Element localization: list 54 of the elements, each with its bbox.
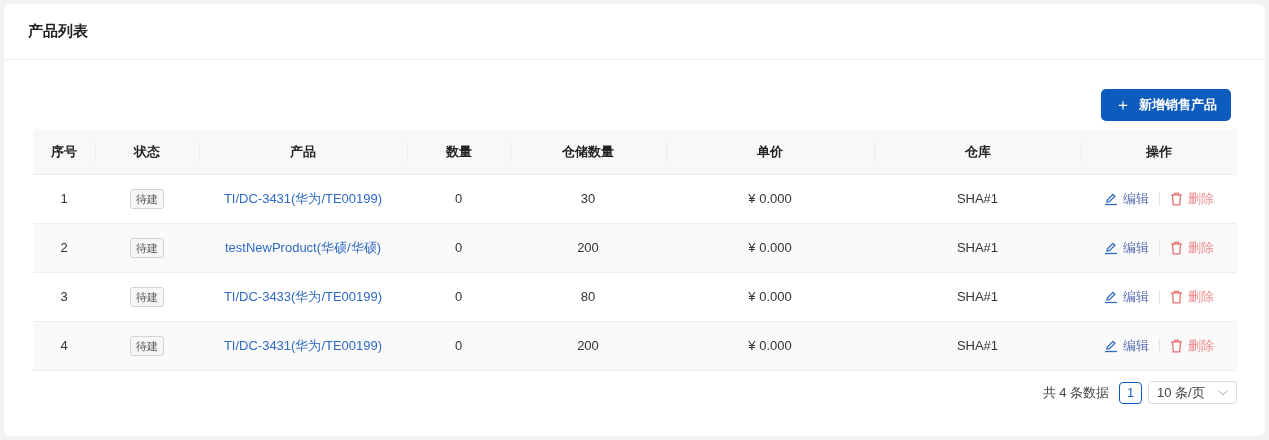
- column-header: 数量: [445, 142, 472, 161]
- table-cell-text: 0: [454, 337, 463, 356]
- table-cell-text: ¥ 0.000: [748, 288, 792, 307]
- table-cell-text: 0: [454, 190, 463, 209]
- table-cell-text: SHA#1: [956, 190, 999, 209]
- table-cell-text: ¥ 0.000: [748, 239, 792, 258]
- table-cell-text: 200: [577, 337, 599, 356]
- table-cell-text: 1: [60, 190, 68, 209]
- table-cell-text: 30: [580, 190, 596, 209]
- page-size-select[interactable]: 10 条/页: [1148, 381, 1237, 404]
- table-cell-text: 0: [454, 288, 463, 307]
- table-cell-text: 2: [60, 239, 68, 258]
- column-header: 状态: [134, 142, 160, 161]
- product-link[interactable]: TI/DC-3431(华为/TE00199): [223, 336, 383, 356]
- product-link[interactable]: testNewProduct(华硕/华硕): [224, 238, 381, 258]
- page-title: 产品列表: [28, 21, 88, 42]
- table-cell-text: ¥ 0.000: [748, 190, 792, 209]
- status-tag: 待建: [130, 237, 164, 259]
- status-tag: 待建: [130, 188, 164, 210]
- add-product-button[interactable]: ＋ 新增销售产品: [1101, 89, 1231, 121]
- column-header: 序号: [51, 142, 77, 161]
- page-button[interactable]: 1: [1119, 381, 1142, 404]
- trash-icon: [1170, 241, 1183, 255]
- edit-link[interactable]: 编辑: [1104, 287, 1149, 307]
- trash-icon: [1170, 339, 1183, 353]
- table-cell-text: 0: [454, 239, 463, 258]
- trash-icon: [1170, 290, 1183, 304]
- table-cell-text: 80: [580, 288, 596, 307]
- table-cell-text: 4: [60, 337, 68, 356]
- table-cell-text: 3: [60, 288, 68, 307]
- chevron-down-icon: [1218, 389, 1228, 396]
- pencil-icon: [1104, 192, 1118, 206]
- column-header: 操作: [1146, 142, 1172, 161]
- edit-link[interactable]: 编辑: [1104, 238, 1149, 258]
- status-tag: 待建: [130, 286, 164, 308]
- product-link[interactable]: TI/DC-3431(华为/TE00199): [223, 189, 383, 209]
- pencil-icon: [1104, 290, 1118, 304]
- product-link[interactable]: TI/DC-3433(华为/TE00199): [223, 287, 383, 307]
- column-header: 仓储数量: [562, 142, 614, 161]
- edit-link[interactable]: 编辑: [1104, 189, 1149, 209]
- column-header: 产品: [290, 142, 316, 161]
- table-cell-text: SHA#1: [956, 239, 999, 258]
- column-header: 单价: [757, 142, 783, 161]
- pencil-icon: [1104, 241, 1118, 255]
- column-header: 仓库: [964, 142, 991, 161]
- table-cell-text: ¥ 0.000: [748, 337, 792, 356]
- table-cell-text: SHA#1: [956, 288, 999, 307]
- total-count: 共 4 条数据: [1042, 383, 1109, 402]
- status-tag: 待建: [130, 335, 164, 357]
- pencil-icon: [1104, 339, 1118, 353]
- table-cell-text: SHA#1: [956, 337, 999, 356]
- trash-icon: [1170, 192, 1183, 206]
- table-cell-text: 200: [577, 239, 599, 258]
- edit-link[interactable]: 编辑: [1104, 336, 1149, 356]
